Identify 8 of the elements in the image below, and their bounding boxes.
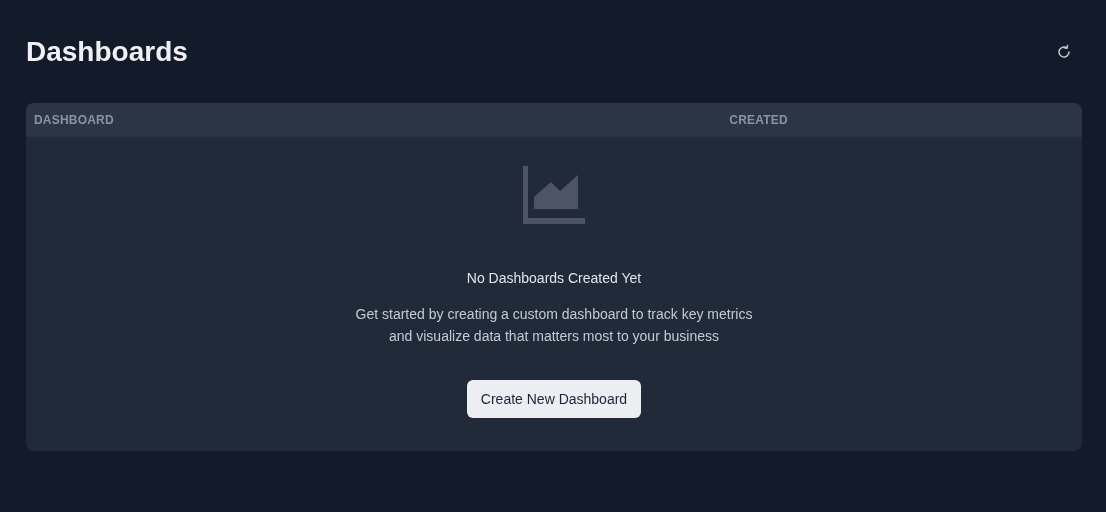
empty-title: No Dashboards Created Yet	[466, 270, 642, 286]
column-header: CREATED	[728, 113, 789, 127]
refresh-icon[interactable]	[1056, 44, 1072, 60]
area-chart-icon	[523, 166, 585, 224]
column-header: DASHBOARD	[34, 113, 115, 127]
page-title: Dashboards	[26, 36, 188, 68]
empty-description: Get started by creating a custom dashboard to track key metrics and visualize data that matters most to your business	[355, 305, 753, 346]
create-dashboard-button[interactable]: Create New Dashboard	[466, 380, 642, 418]
